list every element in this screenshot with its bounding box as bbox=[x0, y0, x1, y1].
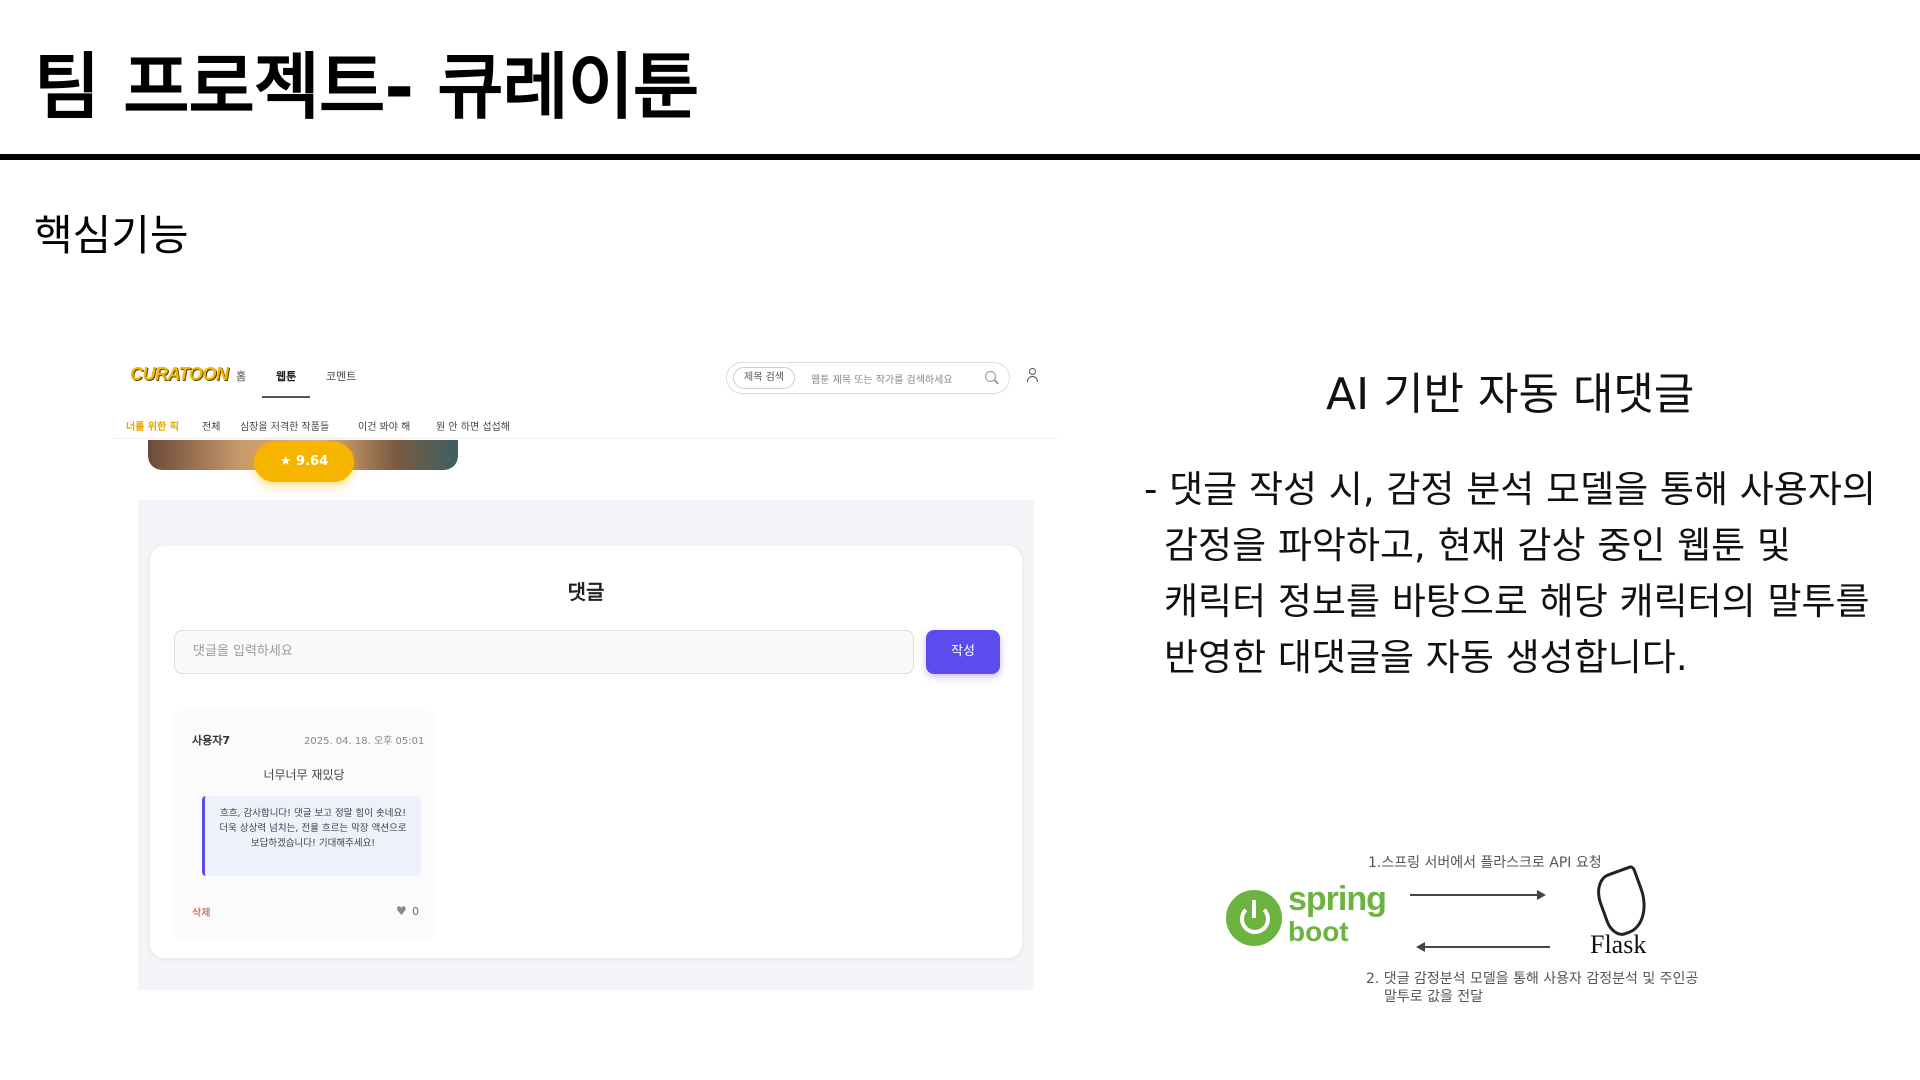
spring-power-icon bbox=[1226, 890, 1282, 946]
delete-comment-link[interactable]: 삭제 bbox=[192, 904, 210, 919]
comment-heading: 댓글 bbox=[567, 580, 605, 604]
response-arrow bbox=[1416, 942, 1550, 952]
like-count: 0 bbox=[412, 905, 419, 918]
feature-description: - 댓글 작성 시, 감정 분석 모델을 통해 사용자의 감정을 파악하고, 현… bbox=[1144, 462, 1876, 686]
navbar: CURATOON 홈 웹툰 코멘트 제목 검색 웹툰 제목 또는 작가를 검색하… bbox=[114, 344, 1058, 398]
nav-tab-comment[interactable]: 코멘트 bbox=[326, 368, 356, 384]
description-line: 캐릭터 정보를 바탕으로 해당 캐릭터의 말투를 bbox=[1164, 580, 1870, 623]
title-divider bbox=[0, 154, 1920, 160]
submit-comment-button[interactable]: 작성 bbox=[926, 630, 1000, 674]
subnav-item-for-you[interactable]: 너를 위한 픽 bbox=[126, 418, 179, 433]
flask-horn-icon bbox=[1590, 864, 1656, 940]
feature-title: AI 기반 자동 대댓글 bbox=[1326, 369, 1695, 420]
ai-reply-box: 흐흐, 감사합니다! 댓글 보고 정말 힘이 솟네요! 더욱 상상력 넘치는, … bbox=[202, 796, 421, 876]
description-line: 반영한 대댓글을 자동 생성합니다. bbox=[1164, 636, 1688, 679]
step2-label: 2. 댓글 감정분석 모델을 통해 사용자 감정분석 및 주인공 말투로 값을 … bbox=[1366, 970, 1698, 1006]
comment-input[interactable]: 댓글을 입력하세요 bbox=[174, 630, 914, 674]
comment-item: 사용자7 2025. 04. 18. 오후 05:01 너무너무 재밌당 흐흐,… bbox=[174, 712, 434, 938]
spring-word: spring bbox=[1288, 880, 1387, 918]
description-line: 감정을 파악하고, 현재 감상 중인 웹툰 및 bbox=[1164, 524, 1791, 567]
section-heading: 핵심기능 bbox=[34, 211, 189, 260]
active-tab-underline bbox=[262, 396, 310, 398]
sub-navigation: 너를 위한 픽 전체 심장을 저격한 작품들 이건 봐야 해 뭔 안 하면 섭섭… bbox=[114, 410, 1058, 439]
search-icon[interactable] bbox=[985, 371, 996, 382]
slide-title: 팀 프로젝트- 큐레이툰 bbox=[34, 45, 699, 129]
subnav-item-all[interactable]: 전체 bbox=[202, 418, 220, 433]
search-input[interactable]: 웹툰 제목 또는 작가를 검색하세요 bbox=[811, 371, 953, 386]
search-type-select[interactable]: 제목 검색 bbox=[733, 367, 795, 389]
request-arrow bbox=[1410, 890, 1546, 900]
subnav-item-must-see[interactable]: 이건 봐야 해 bbox=[358, 418, 410, 433]
ai-reply-text: 흐흐, 감사합니다! 댓글 보고 정말 힘이 솟네요! 더욱 상상력 넘치는, … bbox=[219, 808, 407, 849]
step1-label: 1.스프링 서버에서 플라스크로 API 요청 bbox=[1368, 855, 1602, 871]
boot-word: boot bbox=[1288, 916, 1349, 947]
flask-logo: Flask bbox=[1582, 864, 1662, 960]
step2-line1: 2. 댓글 감정분석 모델을 통해 사용자 감정분석 및 주인공 bbox=[1366, 971, 1699, 987]
spring-boot-logo: spring boot bbox=[1226, 880, 1396, 950]
subnav-item-missing[interactable]: 뭔 안 하면 섭섭해 bbox=[436, 418, 510, 433]
comment-author: 사용자7 bbox=[192, 734, 231, 747]
nav-tab-home[interactable]: 홈 bbox=[236, 368, 246, 384]
step2-line2: 말투로 값을 전달 bbox=[1384, 989, 1484, 1005]
rating-badge: ★ 9.64 bbox=[254, 442, 354, 482]
search-bar[interactable]: 제목 검색 웹툰 제목 또는 작가를 검색하세요 bbox=[726, 362, 1010, 394]
heart-icon[interactable]: ♥ bbox=[396, 904, 407, 918]
comment-date: 2025. 04. 18. 오후 05:01 bbox=[304, 736, 425, 747]
flask-word: Flask bbox=[1590, 930, 1647, 959]
description-line: - 댓글 작성 시, 감정 분석 모델을 통해 사용자의 bbox=[1144, 468, 1876, 511]
app-logo[interactable]: CURATOON bbox=[130, 364, 229, 385]
subnav-item-heart[interactable]: 심장을 저격한 작품들 bbox=[240, 418, 329, 433]
user-icon[interactable] bbox=[1026, 368, 1038, 382]
nav-tab-webtoon[interactable]: 웹툰 bbox=[276, 368, 296, 384]
architecture-diagram: 1.스프링 서버에서 플라스크로 API 요청 spring boot Flas… bbox=[1224, 846, 1764, 1016]
app-screenshot: CURATOON 홈 웹툰 코멘트 제목 검색 웹툰 제목 또는 작가를 검색하… bbox=[114, 344, 1058, 1000]
comment-card: 댓글 댓글을 입력하세요 작성 사용자7 2025. 04. 18. 오후 05… bbox=[150, 546, 1022, 958]
comment-text: 너무너무 재밌당 bbox=[263, 768, 345, 782]
